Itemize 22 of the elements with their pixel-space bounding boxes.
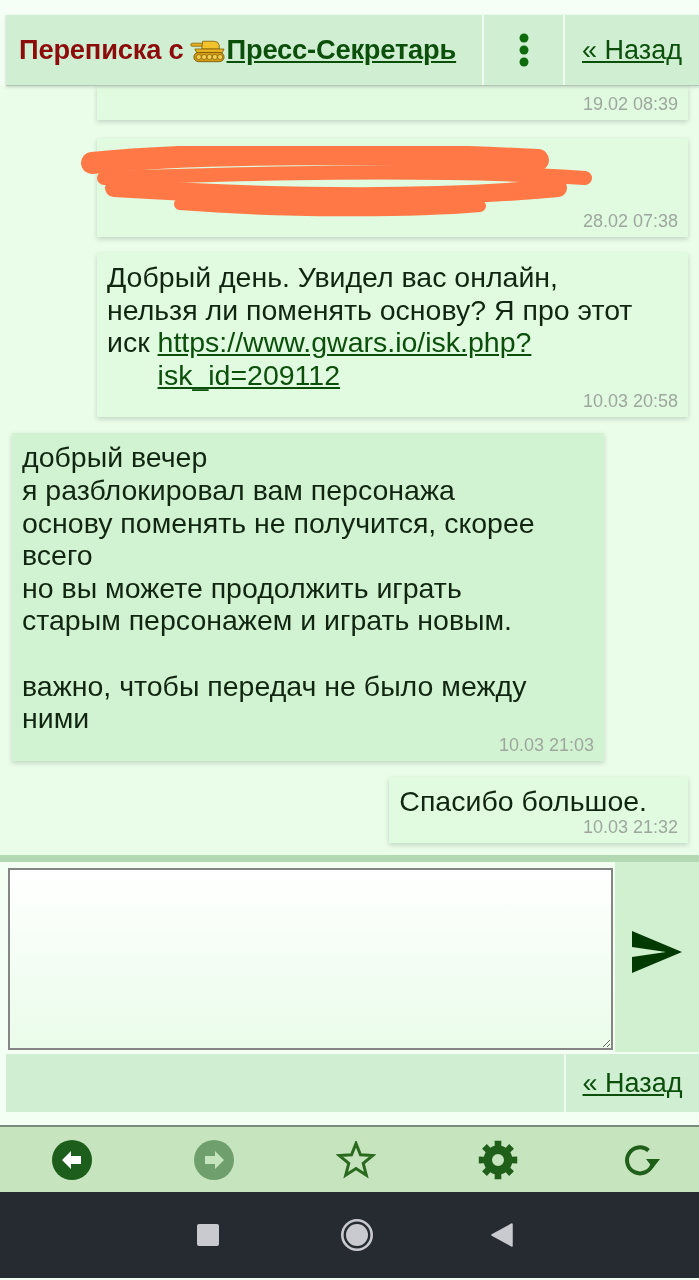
message-link[interactable]: https://www.gwars.io/isk.php?isk_id=209112 [157, 326, 632, 392]
back-link[interactable]: « Назад [582, 29, 682, 71]
arrow-left-circle-icon[interactable] [52, 1139, 92, 1180]
message-text: Спасибо большое. [399, 784, 647, 818]
page-title: Переписка с [19, 32, 184, 67]
star-icon[interactable] [336, 1140, 376, 1179]
message-text: Добрый день. Увидел вас онлайн, нельзя ли поменять основу? Я про этот иск https://www.gwars.io/isk.php?isk_id=209112 [107, 261, 634, 392]
message-input[interactable] [8, 868, 613, 1050]
message-time: 19.02 08:39 [581, 94, 678, 114]
back-link[interactable]: « Назад [582, 1062, 683, 1104]
kebab-menu-icon[interactable] [518, 33, 529, 67]
message-time: 28.02 07:38 [581, 211, 678, 231]
triangle-icon[interactable] [491, 1223, 513, 1247]
message-time: 10.03 20:58 [581, 391, 678, 412]
contact-link[interactable]: Пресс-Секретарь [226, 29, 457, 71]
message-text: добрый вечер я разблокировал вам персонажа основу поменять не получится, скорее всего но вы можете продолжить играть старым персонажем и играть новым. важно, чтобы передач не было между ними [22, 441, 536, 735]
send-icon [632, 931, 682, 973]
circle-icon[interactable] [341, 1219, 373, 1251]
message-time: 10.03 21:32 [581, 817, 678, 838]
send-button[interactable] [615, 862, 699, 1052]
message-time: 10.03 21:03 [497, 734, 594, 755]
settings-icon[interactable] [478, 1139, 518, 1180]
